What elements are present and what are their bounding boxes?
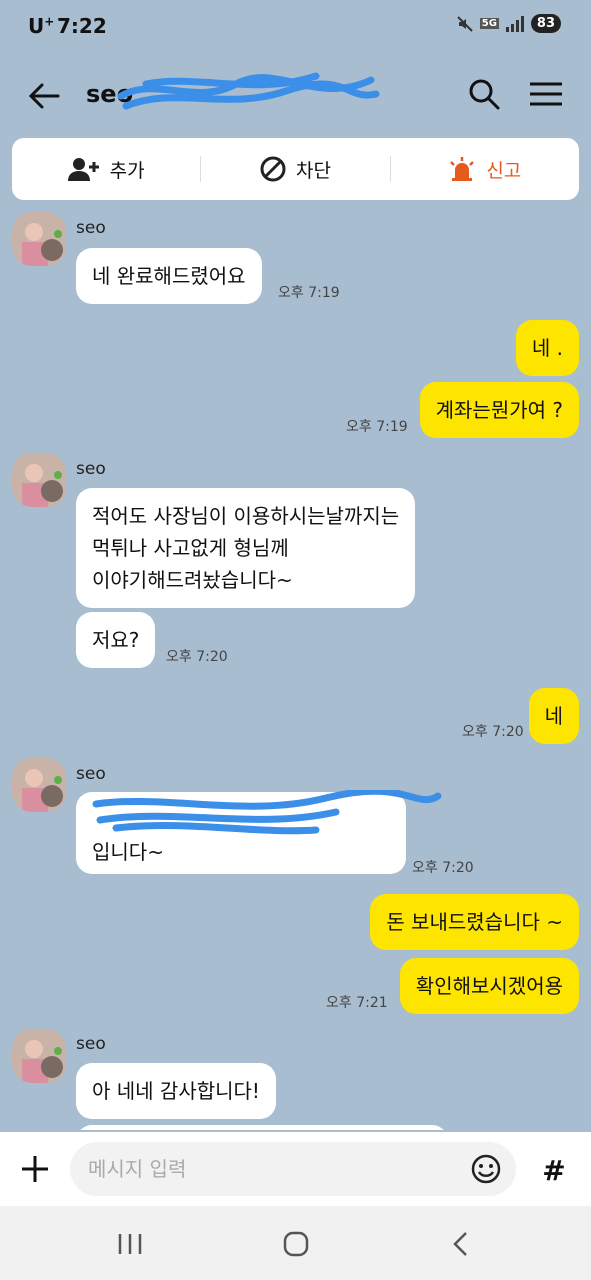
block-label: 차단: [296, 159, 331, 182]
message-bubble-partial[interactable]: [76, 1125, 448, 1130]
plus-icon[interactable]: [14, 1148, 56, 1190]
status-bar: U+ 7:22 5G 83: [0, 0, 591, 56]
status-time: 7:22: [57, 14, 107, 38]
report-button[interactable]: 신고: [389, 156, 579, 182]
mute-icon: [457, 15, 473, 32]
avatar[interactable]: [12, 758, 66, 812]
back-icon[interactable]: [442, 1228, 482, 1260]
sender-name: seo: [76, 764, 106, 784]
message-time: 오후 7:21: [326, 995, 388, 1011]
add-person-icon: [67, 158, 99, 181]
message-time: 오후 7:20: [462, 724, 524, 740]
friend-action-card: 추가 차단 신고: [12, 138, 579, 200]
add-friend-button[interactable]: 추가: [12, 138, 200, 200]
emoji-icon[interactable]: [470, 1153, 502, 1185]
sender-name: seo: [76, 1034, 106, 1054]
avatar[interactable]: [12, 453, 66, 507]
recent-apps-icon[interactable]: [110, 1228, 150, 1260]
message-list[interactable]: seo 네 완료해드렸어요 오후 7:19 네 . 계좌는뭔가여 ? 오후 7:…: [0, 200, 591, 1130]
message-bubble[interactable]: 저요?: [76, 612, 156, 668]
report-label: 신고: [486, 159, 522, 182]
home-icon[interactable]: [276, 1228, 316, 1260]
network-label: 5G: [479, 18, 499, 29]
message-line: 적어도 사장님이 이용하시는날까지는: [92, 504, 400, 528]
search-icon[interactable]: [466, 76, 502, 112]
message-bubble[interactable]: 네: [528, 688, 579, 744]
message-time: 오후 7:20: [166, 649, 228, 665]
message-input[interactable]: [70, 1142, 516, 1196]
message-time: 오후 7:19: [278, 285, 340, 301]
signal-icon: [505, 15, 524, 32]
add-label: 추가: [109, 159, 145, 182]
message-bubble[interactable]: 돈 보내드렸습니다 ~: [370, 894, 579, 950]
message-bubble[interactable]: 적어도 사장님이 이용하시는날까지는 먹튀나 사고없게 형님께 이야기해드려놨습…: [76, 488, 416, 608]
battery-badge: 83: [530, 14, 561, 33]
carrier-label: U+: [28, 14, 55, 38]
redaction-scribble: [117, 72, 380, 110]
message-line: 입니다~: [92, 840, 164, 864]
avatar[interactable]: [12, 1029, 66, 1083]
hashtag-button[interactable]: #: [532, 1148, 576, 1192]
block-button[interactable]: 차단: [200, 156, 389, 182]
message-time: 오후 7:19: [346, 419, 408, 435]
message-bubble[interactable]: 네 완료해드렸어요: [76, 248, 262, 304]
message-bubble[interactable]: 네 .: [515, 320, 579, 376]
message-input-bar: #: [0, 1132, 591, 1206]
sender-name: seo: [76, 459, 106, 479]
message-bubble[interactable]: 계좌는뭔가여 ?: [419, 382, 579, 438]
avatar[interactable]: [12, 212, 66, 266]
redaction-scribble: [92, 790, 442, 835]
chat-header: seo: [0, 60, 591, 130]
message-line: 먹튀나 사고없게 형님께: [92, 536, 289, 560]
sender-name: seo: [76, 218, 106, 238]
message-bubble[interactable]: 아 네네 감사합니다!: [76, 1063, 276, 1119]
message-line: 이야기해드려놨습니다~: [92, 568, 293, 592]
message-time: 오후 7:20: [412, 860, 474, 876]
system-nav-bar: [0, 1206, 591, 1280]
menu-icon[interactable]: [526, 76, 566, 112]
block-icon: [260, 156, 286, 182]
message-bubble[interactable]: 확인해보시겠어용: [399, 958, 579, 1014]
alarm-siren-icon: [450, 157, 475, 181]
back-arrow-icon[interactable]: [24, 76, 64, 116]
